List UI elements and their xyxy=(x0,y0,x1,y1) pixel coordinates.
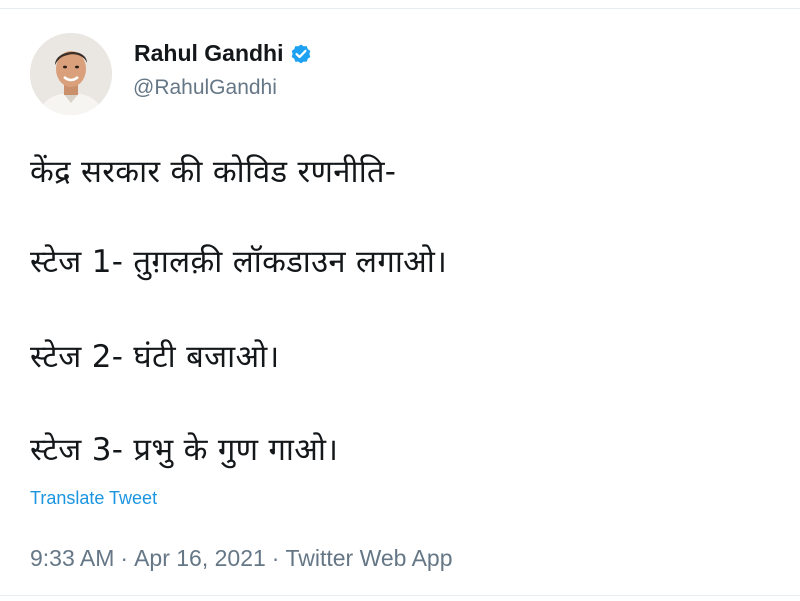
meta-separator: · xyxy=(271,545,280,571)
translate-tweet-link[interactable]: Translate Tweet xyxy=(30,488,157,509)
tweet-source[interactable]: Twitter Web App xyxy=(285,545,452,572)
tweet-text-line: स्टेज 2- घंटी बजाओ। xyxy=(30,339,280,375)
author-name[interactable]: Rahul Gandhi xyxy=(134,40,313,67)
tweet-card: Rahul Gandhi @RahulGandhi केंद्र सरकार क… xyxy=(0,0,800,601)
tweet-text-line: स्टेज 1- तुग़लक़ी लॉकडाउन लगाओ। xyxy=(30,244,448,280)
avatar-image xyxy=(30,33,112,115)
tweet-time[interactable]: 9:33 AM xyxy=(30,545,114,572)
author-name-label[interactable]: Rahul Gandhi xyxy=(134,40,284,67)
tweet-date[interactable]: Apr 16, 2021 xyxy=(134,545,266,572)
author-handle[interactable]: @RahulGandhi xyxy=(133,76,277,100)
avatar[interactable] xyxy=(30,33,112,115)
bottom-divider xyxy=(0,595,800,596)
tweet-metadata: 9:33 AM · Apr 16, 2021 · Twitter Web App xyxy=(30,545,453,572)
tweet-text-line: स्टेज 3- प्रभु के गुण गाओ। xyxy=(30,432,339,468)
tweet-text-line: केंद्र सरकार की कोविड रणनीति- xyxy=(30,154,397,190)
top-divider xyxy=(0,8,800,9)
meta-separator: · xyxy=(120,545,129,571)
verified-badge-icon xyxy=(289,42,313,66)
